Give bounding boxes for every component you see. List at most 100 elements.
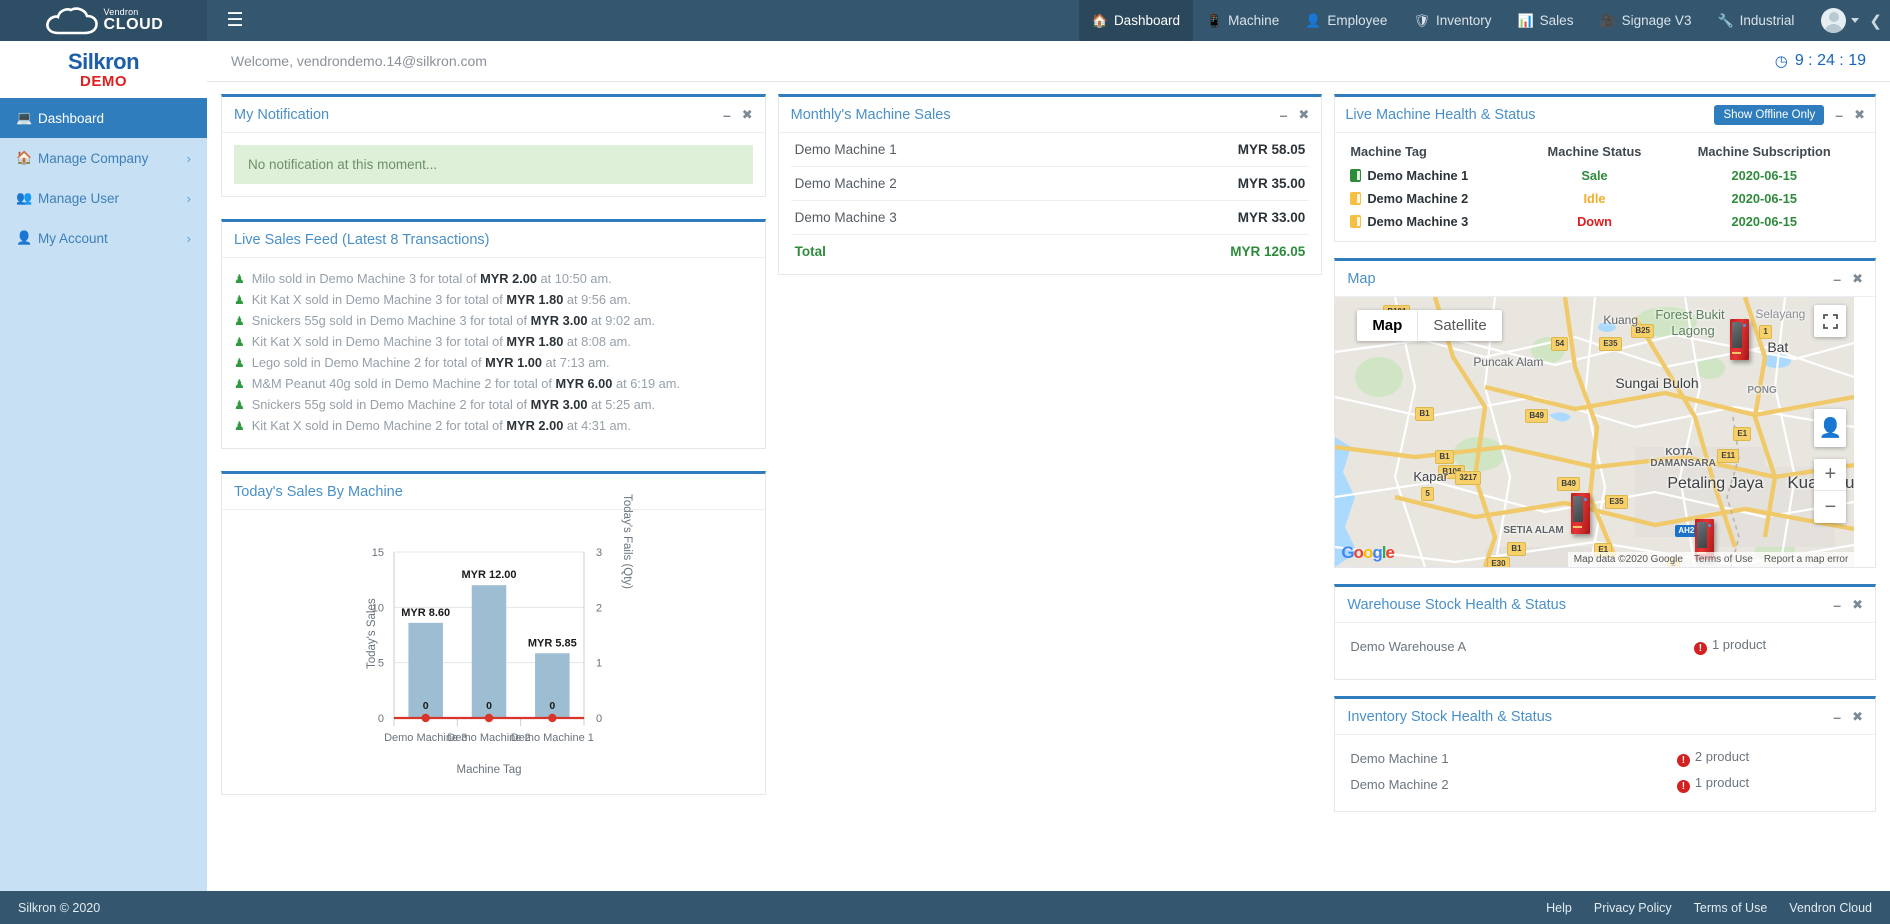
close-button[interactable]: ✖ [1852, 272, 1863, 285]
subscription-date: 2020-06-15 [1665, 187, 1863, 210]
sidebar-label-manage-company: Manage Company [38, 151, 148, 166]
map-type-switcher[interactable]: Map Satellite [1357, 310, 1501, 341]
minimize-button[interactable]: – [1833, 710, 1841, 724]
machine-health-table: Machine TagMachine StatusMachine Subscri… [1347, 139, 1863, 233]
google-logo: Google [1341, 543, 1394, 563]
chevron-left-icon[interactable]: ❮ [1869, 0, 1890, 41]
close-button[interactable]: ✖ [1852, 710, 1863, 723]
total-value: MYR 126.05 [1086, 235, 1309, 269]
map-type-satellite[interactable]: Satellite [1417, 310, 1501, 341]
transaction-amount: MYR 3.00 [531, 397, 588, 412]
user-icon: 👤 [16, 230, 38, 246]
sidebar-item-my-account[interactable]: 👤 My Account › [0, 218, 207, 258]
list-item: ♟ Snickers 55g sold in Demo Machine 2 for… [234, 394, 753, 415]
monthly-sales-table: Demo Machine 1MYR 58.05Demo Machine 2MYR… [791, 133, 1310, 268]
table-row: Demo Machine 2MYR 35.00 [791, 167, 1310, 201]
minimize-button[interactable]: – [1833, 598, 1841, 612]
nav-item-employee[interactable]: 👤 Employee [1292, 0, 1400, 41]
stock-count-cell: !1 product [1514, 633, 1863, 659]
machine-tag-label: Demo Machine 1 [1367, 168, 1468, 183]
fails-value-label: 0 [486, 700, 492, 712]
vending-machine-marker[interactable] [1571, 493, 1590, 534]
panel-map: Map – ✖ B101B2554E351B1B49E1B106E11B1321… [1334, 258, 1876, 568]
y-axis-tick: 0 [378, 713, 384, 725]
fullscreen-icon[interactable] [1814, 305, 1846, 337]
transaction-text: Milo sold in Demo Machine 3 for total of… [252, 271, 612, 286]
close-button[interactable]: ✖ [1298, 108, 1309, 121]
person-icon: ♟ [234, 355, 245, 371]
close-button[interactable]: ✖ [742, 108, 753, 121]
user-menu[interactable] [1807, 0, 1869, 41]
inventory-stock-table: Demo Machine 1!2 productDemo Machine 2!1… [1347, 745, 1863, 797]
fails-value-label: 0 [423, 700, 429, 712]
y-axis-tick: 15 [372, 547, 384, 559]
transaction-text: Snickers 55g sold in Demo Machine 2 for … [252, 397, 655, 412]
transaction-text: Kit Kat X sold in Demo Machine 3 for tot… [252, 334, 631, 349]
footer-link[interactable]: Privacy Policy [1594, 901, 1672, 915]
minimize-button[interactable]: – [723, 108, 731, 122]
minimize-button[interactable]: – [1280, 108, 1288, 122]
nav-item-sales[interactable]: 📊 Sales [1504, 0, 1586, 41]
minimize-button[interactable]: – [1835, 108, 1843, 122]
sidebar-item-manage-user[interactable]: 👥 Manage User › [0, 178, 207, 218]
list-item: ♟Snickers 55g sold in Demo Machine 3 for… [234, 310, 753, 331]
map-zoom-controls[interactable]: + − [1814, 459, 1846, 523]
chevron-right-icon: › [187, 231, 191, 246]
street-view-pegman-icon[interactable]: 👤 [1814, 409, 1846, 447]
brand-line2: CLOUD [104, 17, 164, 33]
list-item: ♟Kit Kat X sold in Demo Machine 3 for to… [234, 331, 753, 352]
chart-bar [472, 585, 507, 718]
terms-of-use-link[interactable]: Terms of Use [1694, 554, 1753, 565]
person-icon: ♟ [234, 397, 245, 413]
zoom-in-button[interactable]: + [1814, 459, 1846, 491]
google-logo-letter: g [1372, 543, 1381, 562]
transaction-amount: MYR 3.00 [531, 313, 588, 328]
nav-item-machine[interactable]: 📱 Machine [1193, 0, 1292, 41]
close-button[interactable]: ✖ [1852, 598, 1863, 611]
vendron-cloud-logo[interactable]: Vendron CLOUD [0, 0, 207, 41]
panel-title-monthly-sales: Monthly's Machine Sales [791, 107, 951, 123]
hamburger-menu-icon[interactable]: ☰ [207, 0, 263, 41]
sidebar-item-manage-company[interactable]: 🏠 Manage Company › [0, 138, 207, 178]
bar-chart-icon: 📊 [1517, 13, 1533, 29]
person-icon: ♟ [234, 292, 245, 308]
minimize-button[interactable]: – [1833, 272, 1841, 286]
nav-item-industrial[interactable]: 🔧 Industrial [1704, 0, 1807, 41]
sidebar-item-dashboard[interactable]: 💻 Dashboard [0, 98, 207, 138]
nav-label-signage: Signage V3 [1622, 13, 1692, 28]
map-type-map[interactable]: Map [1357, 310, 1417, 341]
close-button[interactable]: ✖ [1854, 108, 1865, 121]
list-item: ♟Kit Kat X sold in Demo Machine 2 for to… [234, 415, 753, 436]
table-row: Demo Machine 2Idle2020-06-15 [1347, 187, 1863, 210]
vending-machine-marker[interactable] [1730, 319, 1749, 360]
table-row: Demo Machine 3Down2020-06-15 [1347, 210, 1863, 233]
status-badge: Idle [1524, 187, 1666, 210]
stock-location-name: Demo Machine 1 [1347, 745, 1497, 771]
nav-item-dashboard[interactable]: 🏠 Dashboard [1079, 0, 1193, 41]
vending-machine-status-icon [1350, 215, 1361, 228]
nav-item-signage[interactable]: 🎥 Signage V3 [1586, 0, 1704, 41]
show-offline-only-button[interactable]: Show Offline Only [1714, 105, 1824, 125]
nav-item-inventory[interactable]: 🛡 Inventory [1400, 0, 1504, 41]
machine-icon: 📱 [1206, 13, 1222, 29]
panel-title-my-notification: My Notification [234, 107, 329, 123]
google-map[interactable]: B101B2554E351B1B49E1B106E11B132175B49E35… [1335, 297, 1854, 567]
footer-link[interactable]: Terms of Use [1694, 901, 1768, 915]
panel-warehouse-stock: Warehouse Stock Health & Status – ✖ Demo… [1334, 584, 1876, 680]
transaction-text: Kit Kat X sold in Demo Machine 3 for tot… [252, 292, 631, 307]
y2-axis-tick: 0 [596, 713, 602, 725]
bar-value-label: MYR 5.85 [528, 637, 577, 649]
footer-link[interactable]: Help [1546, 901, 1572, 915]
stock-count: 1 product [1712, 637, 1766, 652]
nav-label-employee: Employee [1327, 13, 1387, 28]
sidebar-label-manage-user: Manage User [38, 191, 119, 206]
zoom-out-button[interactable]: − [1814, 491, 1846, 523]
transaction-amount: MYR 1.80 [506, 334, 563, 349]
footer-link[interactable]: Vendron Cloud [1789, 901, 1872, 915]
panel-live-machine-health: Live Machine Health & Status Show Offlin… [1334, 94, 1876, 242]
panel-title-machine-health: Live Machine Health & Status [1345, 107, 1535, 123]
machine-tag-label: Demo Machine 3 [1367, 214, 1468, 229]
report-map-error-link[interactable]: Report a map error [1764, 554, 1848, 565]
stock-count: 1 product [1695, 775, 1749, 790]
top-nav-items: 🏠 Dashboard 📱 Machine 👤 Employee 🛡 Inven… [1079, 0, 1890, 41]
